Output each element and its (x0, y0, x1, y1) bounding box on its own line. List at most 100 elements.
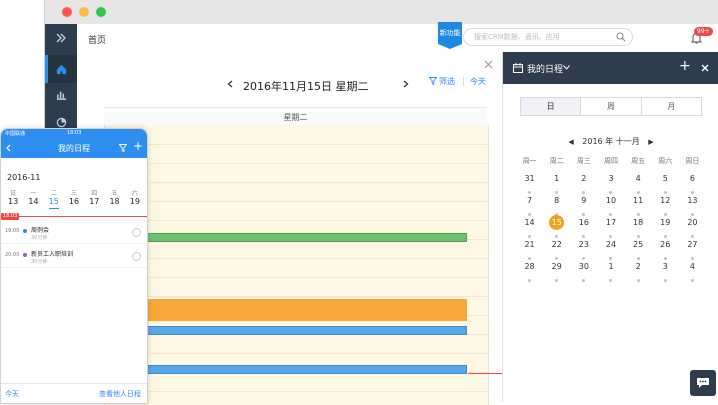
calendar-day[interactable]: 21 (516, 240, 543, 260)
prev-day-icon[interactable] (227, 80, 233, 88)
day-number: 16 (578, 218, 589, 227)
phone-day[interactable]: 17 (84, 197, 104, 206)
calendar-day[interactable]: 25 (625, 240, 652, 260)
view-switcher: 日 周 月 (520, 97, 702, 116)
event-block[interactable]: 钉 (105, 365, 467, 374)
calendar-day[interactable]: 4 (679, 262, 706, 282)
expand-nav-button[interactable] (45, 24, 77, 52)
event-dot (582, 213, 586, 216)
next-day-icon[interactable] (403, 80, 409, 88)
calendar-day[interactable]: 10 (597, 196, 624, 216)
close-icon[interactable] (484, 60, 493, 69)
phone-day[interactable]: 18 (104, 197, 124, 206)
calendar-day[interactable]: 26 (652, 240, 679, 260)
add-icon[interactable]: + (133, 139, 143, 153)
phone-day[interactable]: 13 (3, 197, 23, 206)
calendar-day[interactable]: 6 (679, 174, 706, 194)
calendar-day[interactable]: 3 (652, 262, 679, 282)
calendar-day[interactable]: 1 (597, 262, 624, 282)
phone-event-row[interactable]: 19:00 周例会 30分钟 (1, 221, 147, 244)
divider (463, 77, 464, 86)
calendar-day[interactable]: 20 (679, 218, 706, 238)
calendar-day[interactable]: 22 (543, 240, 570, 260)
calendar-day[interactable]: 3 (597, 174, 624, 194)
today-button[interactable]: 今天 (5, 389, 19, 399)
calendar-day[interactable]: 1 (543, 174, 570, 194)
phone-weekday-letter: 日 (10, 190, 17, 197)
tab-month[interactable]: 月 (642, 98, 701, 115)
day-number: 29 (551, 262, 562, 271)
calendar-day[interactable]: 13 (679, 196, 706, 216)
calendar-day[interactable]: 18 (625, 218, 652, 238)
today-button[interactable]: 今天 (470, 76, 486, 87)
phone-day[interactable]: 15 (44, 197, 64, 209)
event-dot (609, 279, 613, 282)
calendar-day[interactable]: 4 (625, 174, 652, 194)
event-block[interactable]: 讨会 (105, 326, 467, 335)
phone-day[interactable]: 19 (125, 197, 145, 206)
next-month-icon[interactable]: ▶ (648, 138, 653, 146)
calendar-day[interactable]: 15 (543, 215, 570, 238)
breadcrumb[interactable]: 首页 (88, 33, 106, 46)
calendar-day[interactable]: 9 (570, 196, 597, 216)
search-input[interactable]: 搜索CRM数据、通讯、应用 (463, 28, 633, 46)
add-icon[interactable]: + (679, 58, 691, 74)
day-number: 3 (608, 174, 614, 183)
filter-icon[interactable] (119, 144, 127, 152)
tab-day[interactable]: 日 (521, 98, 582, 115)
calendar-day[interactable]: 24 (597, 240, 624, 260)
calendar-day[interactable]: 2 (625, 262, 652, 282)
calendar-day[interactable]: 17 (597, 218, 624, 238)
minimize-window-button[interactable] (79, 7, 89, 17)
filter-button[interactable]: 筛选 (439, 76, 455, 87)
calendar-day[interactable]: 16 (570, 218, 597, 238)
grid-line (105, 277, 488, 278)
calendar-day[interactable]: 7 (516, 196, 543, 216)
calendar-day[interactable]: 2 (570, 174, 597, 194)
prev-month-icon[interactable]: ◀ (568, 138, 573, 146)
close-window-button[interactable] (62, 7, 72, 17)
event-block[interactable]: 会 (105, 233, 467, 242)
calendar-day[interactable]: 19 (652, 218, 679, 238)
maximize-window-button[interactable] (96, 7, 106, 17)
search-icon[interactable] (616, 32, 626, 42)
calendar-day[interactable]: 14 (516, 218, 543, 238)
calendar-day[interactable]: 28 (516, 262, 543, 282)
complete-check-icon[interactable] (132, 228, 141, 237)
event-block[interactable] (105, 299, 467, 321)
weekday-label: 周四 (603, 157, 618, 165)
event-dot (636, 257, 640, 260)
grid-line (105, 258, 488, 259)
new-feature-ribbon[interactable]: 新功能 (438, 22, 462, 49)
view-others-schedule-button[interactable]: 查看他人日程 (99, 389, 141, 399)
event-dot (555, 191, 559, 194)
calendar-day[interactable]: 5 (652, 174, 679, 194)
phone-day[interactable]: 14 (23, 197, 43, 206)
chat-button[interactable] (690, 370, 716, 396)
phone-event-row[interactable]: 20:00 新员工入职培训 30分钟 (1, 245, 147, 268)
close-icon[interactable] (701, 64, 709, 72)
calendar-day[interactable]: 29 (543, 262, 570, 282)
event-dot (528, 191, 532, 194)
calendar-day[interactable]: 31 (516, 174, 543, 194)
calendar-day[interactable]: 27 (679, 240, 706, 260)
event-dot (528, 213, 532, 216)
nav-home[interactable] (45, 55, 77, 83)
chevron-down-icon[interactable] (563, 65, 570, 70)
calendar-day[interactable]: 30 (570, 262, 597, 282)
tab-week[interactable]: 周 (581, 98, 642, 115)
nav-reports[interactable] (45, 80, 77, 108)
day-number: 28 (524, 262, 535, 271)
day-number: 26 (660, 240, 671, 249)
phone-week-days: 13 14 15 16 17 18 19 (3, 197, 145, 209)
calendar-day[interactable]: 23 (570, 240, 597, 260)
calendar-day[interactable]: 12 (652, 196, 679, 216)
day-number: 27 (687, 240, 698, 249)
calendar-day[interactable]: 8 (543, 196, 570, 216)
phone-weekday-letter: 三 (70, 190, 77, 197)
panel-title[interactable]: 我的日程 (527, 62, 563, 75)
calendar-day[interactable]: 11 (625, 196, 652, 216)
time-grid[interactable] (104, 125, 489, 405)
phone-day[interactable]: 16 (64, 197, 84, 206)
complete-check-icon[interactable] (132, 252, 141, 261)
